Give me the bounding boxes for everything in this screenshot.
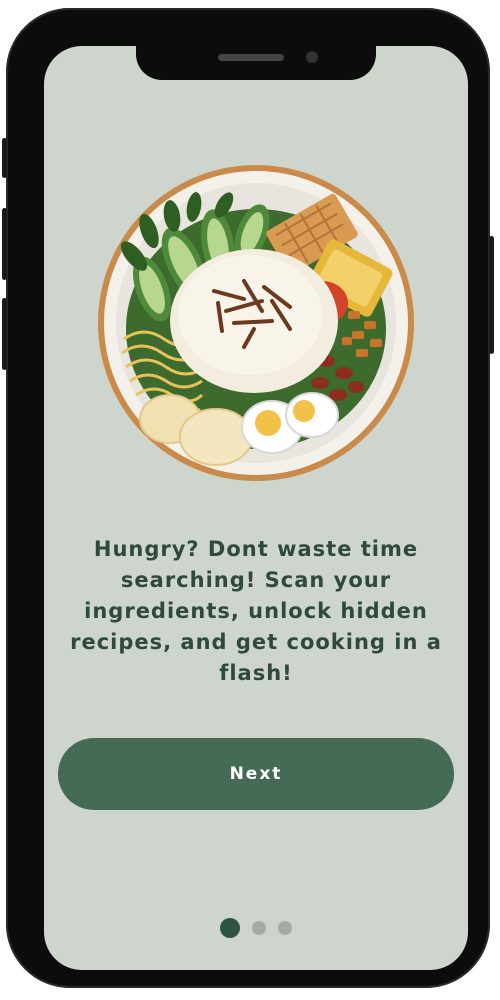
page-dot-1-active[interactable] — [220, 918, 240, 938]
page-dot-2[interactable] — [252, 921, 266, 935]
volume-up-button — [2, 208, 7, 280]
next-button[interactable]: Next — [58, 738, 454, 810]
front-camera — [306, 51, 318, 63]
mute-switch — [2, 138, 7, 178]
page-dot-3[interactable] — [278, 921, 292, 935]
phone-notch — [136, 38, 376, 80]
pagination-dots — [44, 918, 468, 938]
app-screen: Hungry? Dont waste time searching! Scan … — [44, 46, 468, 970]
phone-frame: Hungry? Dont waste time searching! Scan … — [2, 8, 494, 988]
speaker-grille — [218, 54, 284, 61]
onboarding-message: Hungry? Dont waste time searching! Scan … — [70, 537, 442, 685]
rice-bowl-icon — [98, 165, 414, 481]
power-button — [489, 236, 494, 354]
volume-down-button — [2, 298, 7, 370]
